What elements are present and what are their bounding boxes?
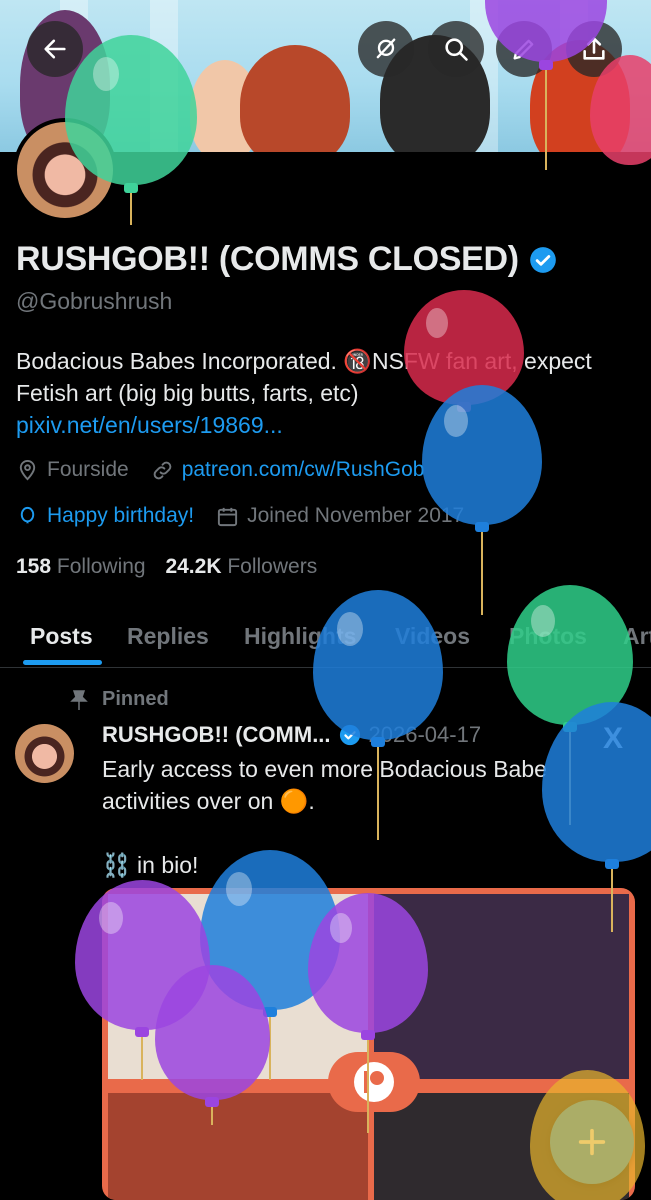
post-date: 2026-04-17: [368, 722, 482, 747]
user-handle: @Gobrushrush: [16, 288, 173, 314]
bio-text: Bodacious Babes Incorporated. 🔞NSFW fan …: [16, 348, 592, 406]
followers-link[interactable]: 24.2K Followers: [165, 555, 317, 578]
following-label: Following: [56, 555, 146, 578]
arrow-left-icon: [44, 39, 66, 59]
patreon-logo: [328, 1052, 420, 1112]
following-link[interactable]: 158 Following: [16, 555, 146, 578]
bio-link[interactable]: pixiv.net/en/users/19869...: [16, 412, 283, 438]
plus-icon: [578, 1128, 606, 1156]
tab-photos[interactable]: Photos: [509, 604, 587, 667]
media-panel-top-right: [374, 894, 629, 1079]
media-panel-bottom-left: [108, 1093, 368, 1200]
joined-text: Joined November 2017: [247, 504, 465, 527]
tab-replies[interactable]: Replies: [127, 604, 209, 667]
balloon-off-icon: [376, 38, 396, 59]
location-text: Fourside: [47, 458, 129, 481]
tab-articles[interactable]: Articles: [623, 604, 651, 667]
balloon-icon: [20, 506, 35, 523]
search-icon: [445, 38, 468, 61]
post-header: RUSHGOB!! (COMM... 2026-04-17: [102, 722, 481, 748]
post-author-name[interactable]: RUSHGOB!! (COMM...: [102, 722, 331, 748]
location-row: Fourside patreon.com/cw/RushGob: [16, 458, 425, 482]
active-tab-indicator: [23, 660, 102, 665]
tab-highlights[interactable]: Highlights: [244, 604, 356, 667]
profile-bio: Bodacious Babes Incorporated. 🔞NSFW fan …: [16, 345, 626, 441]
banner-character-3: [240, 45, 350, 152]
verified-badge-icon: [339, 724, 360, 746]
post-author-avatar[interactable]: [15, 724, 74, 783]
website-link[interactable]: patreon.com/cw/RushGob: [182, 458, 425, 482]
edit-icon: [513, 39, 534, 60]
hide-balloons-button[interactable]: [358, 21, 414, 77]
compose-button[interactable]: [550, 1100, 634, 1184]
birthday-text[interactable]: Happy birthday!: [47, 504, 194, 528]
pinned-indicator: Pinned: [70, 688, 169, 711]
edit-button[interactable]: [496, 21, 552, 77]
verified-badge-icon[interactable]: [529, 246, 557, 274]
following-count: 158: [16, 555, 52, 578]
media-panel-top-left: [108, 894, 368, 1079]
followers-count: 24.2K: [165, 555, 222, 578]
pin-icon: [70, 689, 88, 710]
calendar-icon: [218, 507, 238, 526]
location-pin-icon: [19, 459, 36, 480]
profile-avatar[interactable]: [13, 118, 117, 222]
share-button[interactable]: [566, 21, 622, 77]
post-text: Early access to even more Bodacious Babe…: [102, 756, 547, 878]
follow-stats: 158 Following 24.2K Followers: [16, 555, 317, 579]
pinned-label: Pinned: [102, 688, 169, 710]
back-button[interactable]: [27, 21, 83, 77]
x-logo-icon: X: [603, 722, 624, 755]
profile-tabs: Posts Replies Highlights Videos Photos A…: [0, 604, 651, 668]
share-icon: [583, 37, 605, 60]
birthday-row: Happy birthday! Joined November 2017: [16, 504, 464, 528]
followers-label: Followers: [227, 555, 318, 578]
tab-posts[interactable]: Posts: [30, 604, 93, 667]
link-icon: [153, 461, 172, 479]
search-button[interactable]: [428, 21, 484, 77]
tab-videos[interactable]: Videos: [395, 604, 470, 667]
display-name: RUSHGOB!! (COMMS CLOSED): [16, 240, 557, 279]
display-name-text: RUSHGOB!! (COMMS CLOSED): [16, 240, 519, 278]
